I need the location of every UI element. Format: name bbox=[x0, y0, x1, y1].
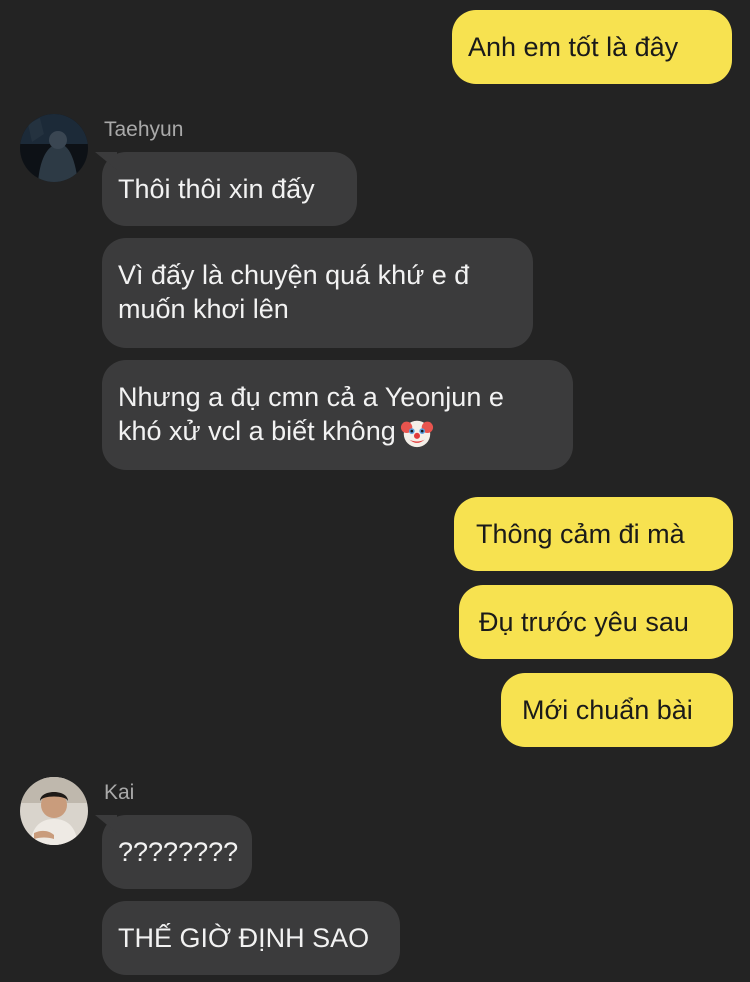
message-text: Thông cảm đi mà bbox=[476, 519, 685, 549]
message-text: Anh em tốt là đây bbox=[468, 32, 679, 62]
avatar-kai[interactable] bbox=[20, 777, 88, 845]
clown-emoji-icon bbox=[400, 420, 433, 448]
outgoing-message-bubble[interactable]: Thông cảm đi mà bbox=[454, 497, 733, 571]
message-text: Vì đấy là chuyện quá khứ e đ muốn khơi l… bbox=[118, 260, 470, 324]
message-text: THẾ GIỜ ĐỊNH SAO bbox=[118, 923, 370, 953]
outgoing-message-bubble[interactable]: Anh em tốt là đây bbox=[452, 10, 732, 84]
outgoing-message-bubble[interactable]: Đụ trước yêu sau bbox=[459, 585, 733, 659]
incoming-message-bubble[interactable]: Vì đấy là chuyện quá khứ e đ muốn khơi l… bbox=[102, 238, 533, 348]
sender-name: Taehyun bbox=[104, 118, 184, 141]
incoming-message-bubble[interactable]: Thôi thôi xin đấy bbox=[102, 152, 357, 226]
incoming-message-bubble[interactable]: Nhưng a đụ cmn cả a Yeonjun e khó xử vcl… bbox=[102, 360, 573, 470]
message-text: Mới chuẩn bài bbox=[522, 695, 693, 725]
avatar-taehyun[interactable] bbox=[20, 114, 88, 182]
incoming-message-bubble[interactable]: THẾ GIỜ ĐỊNH SAO bbox=[102, 901, 400, 975]
incoming-message-bubble[interactable]: ???????? bbox=[102, 815, 252, 889]
message-text: Đụ trước yêu sau bbox=[479, 607, 689, 637]
message-text: Nhưng a đụ cmn cả a Yeonjun e khó xử vcl… bbox=[118, 380, 553, 450]
sender-name: Kai bbox=[104, 781, 135, 804]
message-text: Thôi thôi xin đấy bbox=[118, 174, 315, 204]
message-text: ???????? bbox=[118, 837, 239, 867]
outgoing-message-bubble[interactable]: Mới chuẩn bài bbox=[501, 673, 733, 747]
